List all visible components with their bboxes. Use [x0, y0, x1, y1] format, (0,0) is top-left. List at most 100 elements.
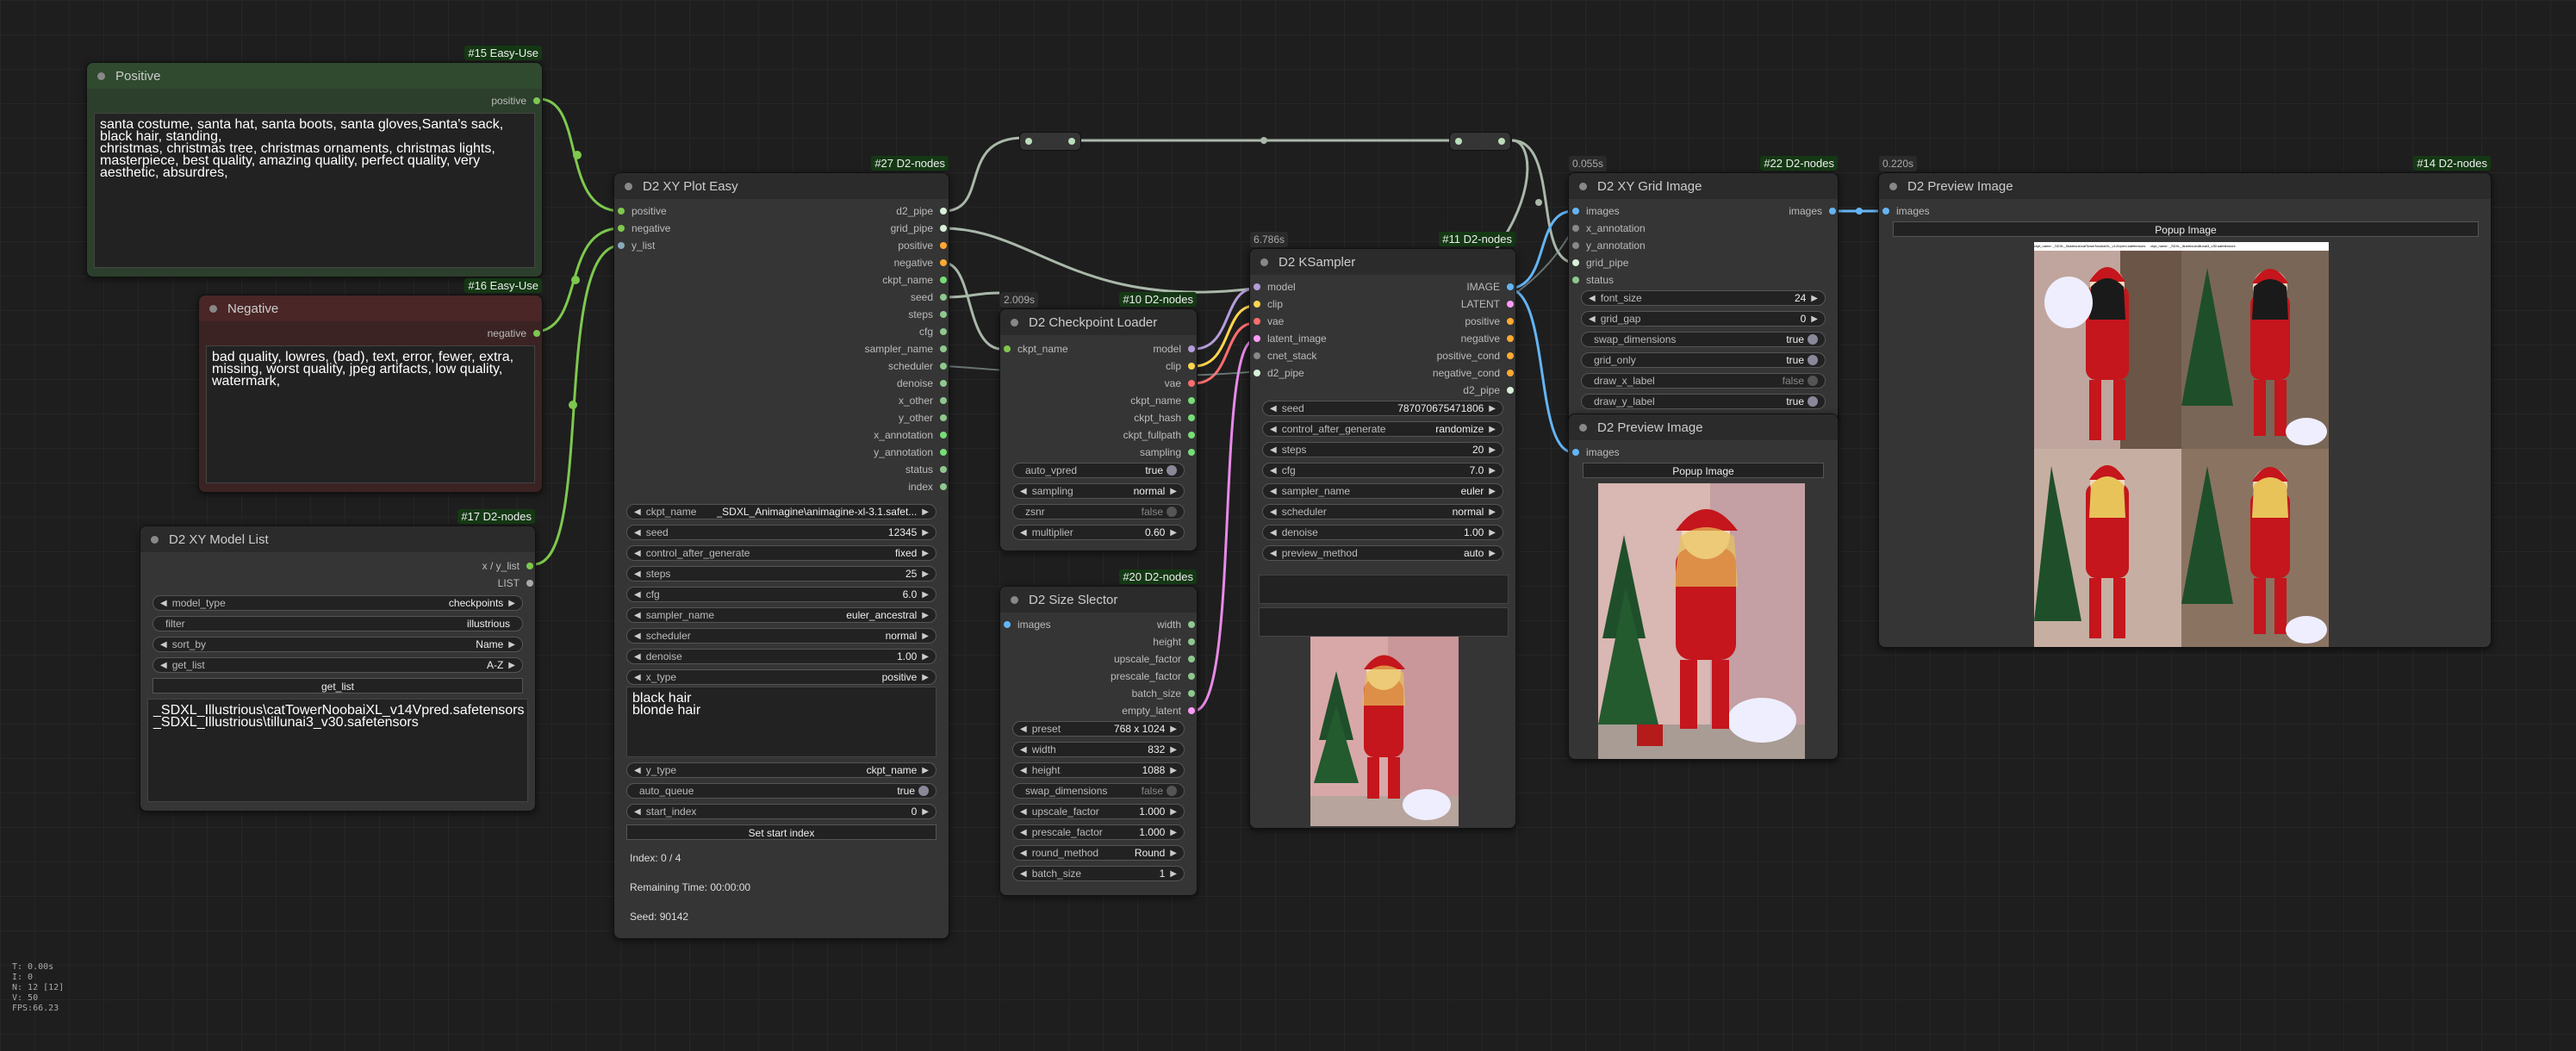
cfg-widget[interactable]: ◀ cfg 7.0 ▶: [1262, 463, 1503, 478]
input-cnet-stack[interactable]: cnet_stack: [1254, 347, 1316, 364]
output-index[interactable]: index: [908, 478, 947, 495]
input-negative[interactable]: negative: [618, 220, 670, 237]
cfg-widget[interactable]: ◀ cfg 6.0 ▶: [626, 587, 936, 602]
input-grid-pipe[interactable]: grid_pipe: [1572, 254, 1628, 271]
xy-model-list-node[interactable]: #17 D2-nodes D2 XY Model List x / y_list…: [140, 509, 536, 812]
grid-gap-widget[interactable]: ◀ grid_gap 0 ▶: [1581, 311, 1826, 326]
output-x-annotation[interactable]: x_annotation: [874, 426, 947, 444]
control-after-generate-widget[interactable]: ◀ control_after_generate fixed ▶: [626, 545, 936, 561]
output-vae[interactable]: vae: [1165, 375, 1196, 392]
upscale-factor-widget[interactable]: ◀ upscale_factor 1.000 ▶: [1012, 804, 1185, 819]
collapse-dot-icon[interactable]: [209, 304, 217, 313]
scheduler-widget[interactable]: ◀ scheduler normal ▶: [626, 628, 936, 644]
output-model[interactable]: model: [1153, 340, 1195, 358]
input-images[interactable]: images: [1004, 616, 1051, 633]
xy-plot-easy-node[interactable]: #27 D2-nodes D2 XY Plot Easy positive ne…: [613, 156, 949, 939]
output-grid-pipe[interactable]: grid_pipe: [891, 220, 948, 237]
steps-widget[interactable]: ◀ steps 25 ▶: [626, 566, 936, 581]
round-method-widget[interactable]: ◀ round_method Round ▶: [1012, 845, 1185, 861]
node-title[interactable]: D2 Preview Image: [1569, 414, 1838, 440]
denoise-widget[interactable]: ◀ denoise 1.00 ▶: [1262, 525, 1503, 540]
ckpt-name-widget[interactable]: ◀ ckpt_name _SDXL_Animagine\animagine-xl-3…: [626, 504, 936, 519]
output-negative-cond[interactable]: negative_cond: [1433, 364, 1515, 382]
x-list-text[interactable]: black hair blonde hair: [626, 687, 936, 757]
input-images[interactable]: images: [1572, 202, 1620, 220]
collapse-dot-icon[interactable]: [1260, 258, 1268, 266]
output-list[interactable]: LIST: [498, 575, 534, 592]
collapse-dot-icon[interactable]: [1011, 318, 1018, 326]
output-positive[interactable]: positive: [1465, 313, 1514, 330]
output-y-other[interactable]: y_other: [899, 409, 948, 426]
output-sampler-name[interactable]: sampler_name: [865, 340, 948, 358]
output-d2-pipe[interactable]: d2_pipe: [896, 202, 947, 220]
output-ckpt-fullpath[interactable]: ckpt_fullpath: [1123, 426, 1196, 444]
output-status[interactable]: status: [905, 461, 948, 478]
collapse-dot-icon[interactable]: [1011, 595, 1018, 604]
input-latent-image[interactable]: latent_image: [1254, 330, 1327, 347]
output-prescale-factor[interactable]: prescale_factor: [1111, 668, 1196, 685]
output-xy-list[interactable]: x / y_list: [482, 557, 534, 575]
reroute-node[interactable]: [1019, 132, 1081, 151]
output-positive[interactable]: positive: [491, 92, 540, 109]
output-height[interactable]: height: [1153, 633, 1195, 650]
denoise-widget[interactable]: ◀ denoise 1.00 ▶: [626, 649, 936, 664]
filter-input[interactable]: filter illustrious: [152, 616, 523, 631]
collapse-dot-icon[interactable]: [1889, 182, 1897, 190]
collapse-dot-icon[interactable]: [625, 182, 632, 190]
output-images[interactable]: images: [1789, 202, 1836, 220]
collapse-dot-icon[interactable]: [1579, 182, 1587, 190]
swap-dimensions-toggle[interactable]: swap_dimensions true: [1581, 332, 1826, 347]
input-status[interactable]: status: [1572, 271, 1614, 289]
node-title[interactable]: D2 Preview Image: [1879, 173, 2491, 199]
output-ckpt-name[interactable]: ckpt_name: [882, 271, 947, 289]
swap-dimensions-toggle[interactable]: swap_dimensions false: [1012, 783, 1185, 799]
positive-prompt-node[interactable]: #15 Easy-Use Positive positive santa cos…: [86, 46, 543, 277]
node-title[interactable]: D2 XY Model List: [140, 526, 535, 552]
auto-queue-toggle[interactable]: auto_queue true: [626, 783, 936, 799]
collapse-dot-icon[interactable]: [151, 535, 159, 544]
input-x-annotation[interactable]: x_annotation: [1572, 220, 1646, 237]
popup-image-button[interactable]: Popup Image: [1893, 221, 2479, 237]
output-width[interactable]: width: [1157, 616, 1196, 633]
output-scheduler[interactable]: scheduler: [888, 358, 948, 375]
preview-image-node[interactable]: D2 Preview Image images Popup Image: [1568, 414, 1839, 760]
negative-prompt-node[interactable]: #16 Easy-Use Negative negative bad quali…: [198, 278, 543, 493]
negative-text[interactable]: bad quality, lowres, (bad), text, error,…: [206, 345, 535, 483]
input-positive[interactable]: positive: [618, 202, 667, 220]
reroute-node[interactable]: [1449, 132, 1511, 151]
collapse-dot-icon[interactable]: [97, 72, 105, 80]
output-empty-latent[interactable]: empty_latent: [1122, 702, 1195, 719]
output-positive[interactable]: positive: [898, 237, 947, 254]
model-type-combo[interactable]: ◀ model_type checkpoints ▶: [152, 595, 523, 611]
input-images[interactable]: images: [1882, 202, 1930, 220]
scheduler-widget[interactable]: ◀ scheduler normal ▶: [1262, 504, 1503, 519]
input-y-annotation[interactable]: y_annotation: [1572, 237, 1646, 254]
draw-y-label-toggle[interactable]: draw_y_label true: [1581, 394, 1826, 409]
node-title[interactable]: D2 XY Grid Image: [1569, 173, 1838, 199]
sort-by-combo[interactable]: ◀ sort_by Name ▶: [152, 637, 523, 652]
input-vae[interactable]: vae: [1254, 313, 1284, 330]
prescale-factor-widget[interactable]: ◀ prescale_factor 1.000 ▶: [1012, 824, 1185, 840]
output-cfg[interactable]: cfg: [919, 323, 948, 340]
draw-x-label-toggle[interactable]: draw_x_label false: [1581, 373, 1826, 389]
input-images[interactable]: images: [1572, 444, 1620, 461]
set-start-index-button[interactable]: Set start index: [626, 824, 936, 840]
output-seed[interactable]: seed: [911, 289, 948, 306]
output-d2-pipe[interactable]: d2_pipe: [1463, 382, 1514, 399]
preview-method-widget[interactable]: ◀ preview_method auto ▶: [1262, 545, 1503, 561]
width-widget[interactable]: ◀ width 832 ▶: [1012, 742, 1185, 757]
output-clip[interactable]: clip: [1166, 358, 1196, 375]
steps-widget[interactable]: ◀ steps 20 ▶: [1262, 442, 1503, 457]
sampling-combo[interactable]: ◀ sampling normal ▶: [1012, 483, 1185, 499]
popup-image-button[interactable]: Popup Image: [1583, 463, 1824, 478]
output-y-annotation[interactable]: y_annotation: [874, 444, 947, 461]
auto-vpred-toggle[interactable]: auto_vpred true: [1012, 463, 1185, 478]
height-widget[interactable]: ◀ height 1088 ▶: [1012, 762, 1185, 778]
start-index-stepper[interactable]: ◀ start_index 0 ▶: [626, 804, 936, 819]
font-size-widget[interactable]: ◀ font_size 24 ▶: [1581, 290, 1826, 306]
get-list-combo[interactable]: ◀ get_list A-Z ▶: [152, 657, 523, 673]
multiplier-stepper[interactable]: ◀ multiplier 0.60 ▶: [1012, 525, 1185, 540]
output-ckpt-hash[interactable]: ckpt_hash: [1134, 409, 1195, 426]
output-positive-cond[interactable]: positive_cond: [1437, 347, 1515, 364]
batch-size-widget[interactable]: ◀ batch_size 1 ▶: [1012, 866, 1185, 881]
